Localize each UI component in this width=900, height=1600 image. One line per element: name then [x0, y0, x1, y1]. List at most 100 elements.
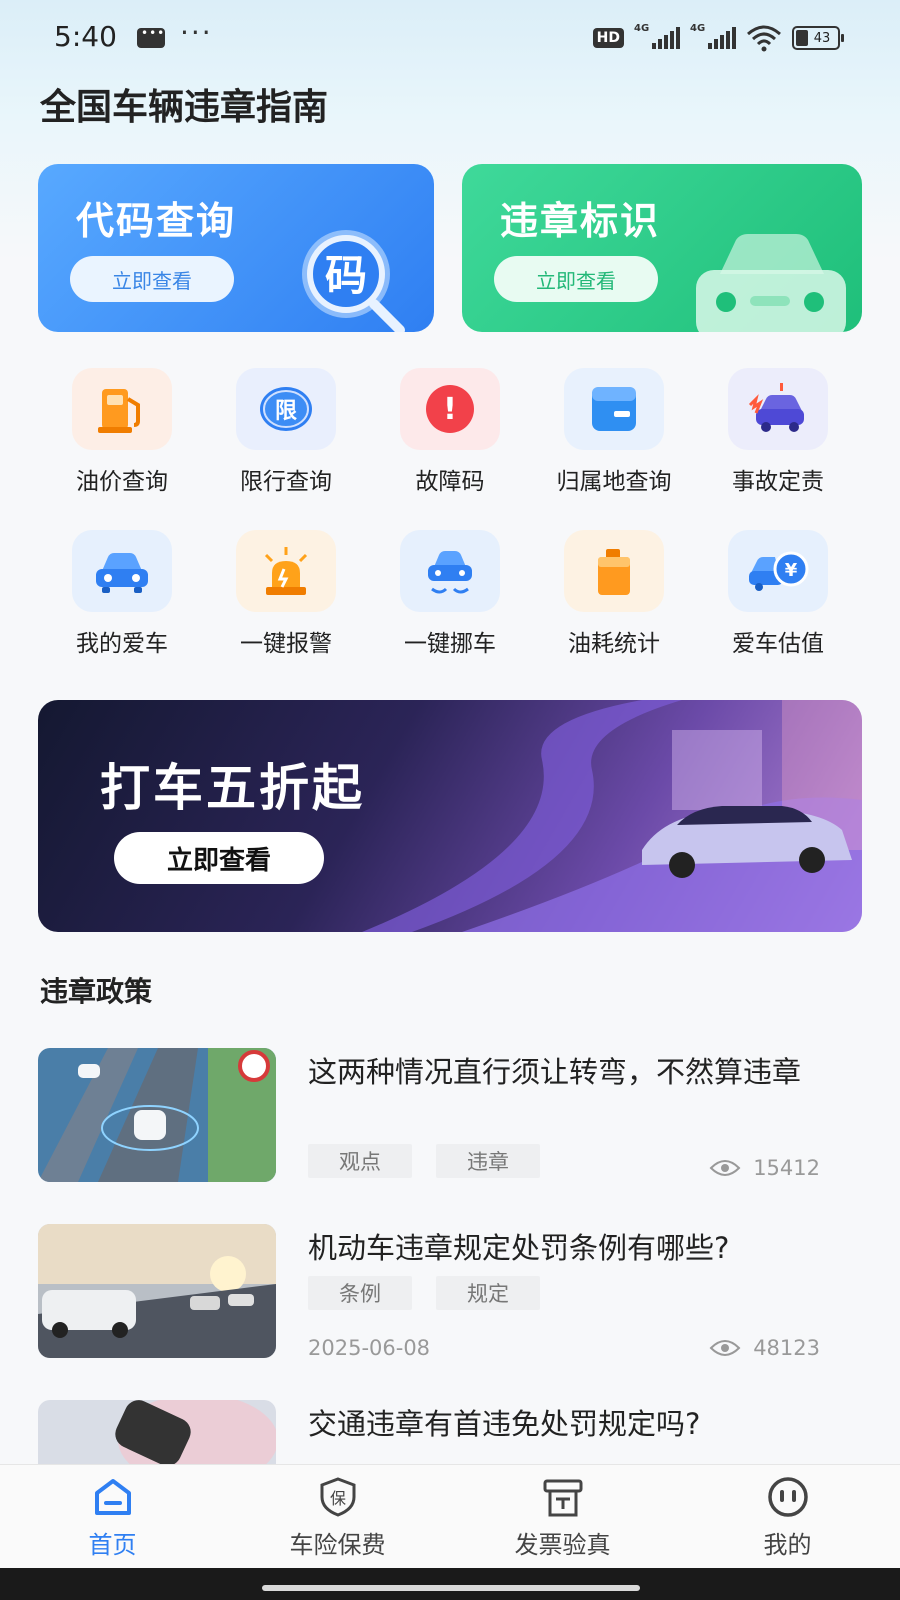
profile-icon	[767, 1477, 808, 1517]
warning-icon-text: !	[443, 392, 457, 427]
tool-label: 油价查询	[76, 469, 168, 495]
status-bar: 5:40 ··· HD 4G 4G 43	[0, 0, 900, 76]
tab-label: 车险保费	[289, 1531, 386, 1559]
article-tags: 条例 规定	[308, 1276, 540, 1310]
alarm-light-icon	[236, 530, 336, 612]
tool-label: 油耗统计	[568, 631, 660, 657]
tab-label: 首页	[88, 1531, 137, 1559]
home-indicator[interactable]	[262, 1585, 640, 1591]
tool-label: 故障码	[415, 469, 485, 495]
tool-label: 限行查询	[240, 469, 332, 495]
tool-accident-liability[interactable]: 事故定责	[696, 368, 860, 496]
quick-tools-row-2: 我的爱车 一键报警 一键挪车 油耗统计 ¥ 爱车估值	[40, 530, 860, 658]
violation-sign-card[interactable]: 违章标识 立即查看	[462, 164, 862, 332]
article-tags: 观点 违章	[308, 1144, 540, 1178]
my-car-icon	[72, 530, 172, 612]
tool-restriction[interactable]: 限 限行查询	[204, 368, 368, 496]
view-count: 15412	[753, 1156, 820, 1180]
tool-label: 我的爱车	[76, 631, 168, 657]
tool-label: 事故定责	[732, 469, 824, 495]
article-views: 15412	[709, 1156, 820, 1180]
battery-level: 43	[813, 30, 831, 46]
article-tag: 违章	[436, 1144, 540, 1178]
banner-button[interactable]: 立即查看	[114, 832, 324, 884]
tab-profile[interactable]: 我的	[675, 1465, 900, 1569]
banner-title: 打车五折起	[100, 759, 365, 817]
tool-label: 爱车估值	[732, 631, 824, 657]
move-car-icon	[400, 530, 500, 612]
car-valuation-icon: ¥	[728, 530, 828, 612]
message-icon	[137, 26, 165, 48]
bottom-tab-bar: 首页 保 车险保费 发票验真 我的	[0, 1464, 900, 1569]
insurance-shield-icon: 保	[320, 1477, 355, 1517]
hd-icon: HD	[592, 28, 624, 48]
system-nav-bar	[0, 1568, 900, 1600]
article-item[interactable]: 机动车违章规定处罚条例有哪些? 条例 规定 2025-06-08 48123	[38, 1224, 864, 1364]
page-title: 全国车辆违章指南	[40, 87, 329, 128]
banner-car-road-art	[362, 700, 862, 932]
restriction-icon: 限	[236, 368, 336, 450]
section-title: 违章政策	[40, 975, 153, 1008]
invoice-icon	[543, 1479, 582, 1517]
article-item[interactable]: 这两种情况直行须让转弯，不然算违章 观点 违章 15412	[38, 1048, 864, 1188]
article-thumbnail	[38, 1224, 276, 1358]
tool-fuel-price[interactable]: 油价查询	[40, 368, 204, 496]
promo-banner[interactable]: 打车五折起 立即查看	[38, 700, 862, 932]
violation-sign-title: 违章标识	[500, 199, 661, 243]
article-thumbnail	[38, 1400, 276, 1464]
tool-move-car[interactable]: 一键挪车	[368, 530, 532, 658]
tool-one-key-alarm[interactable]: 一键报警	[204, 530, 368, 658]
wallet-icon	[564, 368, 664, 450]
code-query-title: 代码查询	[76, 199, 237, 243]
tab-label: 我的	[763, 1531, 812, 1559]
quick-tools-row-1: 油价查询 限 限行查询 ! 故障码 归属地查询 事故定责	[40, 368, 860, 496]
article-date: 2025-06-08	[308, 1336, 431, 1360]
battery-icon: 43	[792, 26, 844, 50]
status-time: 5:40	[54, 20, 117, 53]
tab-insurance[interactable]: 保 车险保费	[225, 1465, 450, 1569]
network-label-1: 4G	[634, 23, 650, 34]
article-item[interactable]: 交通违章有首违免处罚规定吗?	[38, 1400, 864, 1464]
tool-label: 归属地查询	[556, 469, 672, 495]
article-title: 这两种情况直行须让转弯，不然算违章	[308, 1055, 802, 1089]
tool-region-query[interactable]: 归属地查询	[532, 368, 696, 496]
signal-icon-2: 4G	[690, 23, 736, 49]
article-views: 48123	[709, 1336, 820, 1360]
oil-can-icon	[564, 530, 664, 612]
signal-icon-1: 4G	[634, 23, 680, 49]
tab-invoice[interactable]: 发票验真	[450, 1465, 675, 1569]
tool-label: 一键挪车	[404, 631, 496, 657]
quick-tools-grid: 油价查询 限 限行查询 ! 故障码 归属地查询 事故定责 我的爱车 一键报警 一…	[40, 368, 860, 692]
view-count: 48123	[753, 1336, 820, 1360]
network-label-2: 4G	[690, 23, 706, 34]
code-query-button[interactable]: 立即查看	[70, 256, 234, 302]
more-notifications-icon: ···	[180, 16, 213, 49]
valuation-icon-text: ¥	[785, 560, 798, 581]
eye-icon	[709, 1340, 741, 1356]
status-indicators: HD 4G 4G 43	[592, 23, 844, 52]
article-tag: 观点	[308, 1144, 412, 1178]
code-query-card[interactable]: 代码查询 立即查看 码	[38, 164, 434, 332]
tool-fault-code[interactable]: ! 故障码	[368, 368, 532, 496]
accident-car-icon	[728, 368, 828, 450]
tool-label: 一键报警	[240, 631, 332, 657]
tool-my-car[interactable]: 我的爱车	[40, 530, 204, 658]
article-title: 机动车违章规定处罚条例有哪些?	[308, 1231, 730, 1265]
article-tag: 规定	[436, 1276, 540, 1310]
tool-car-valuation[interactable]: ¥ 爱车估值	[696, 530, 860, 658]
warning-icon: !	[400, 368, 500, 450]
fuel-pump-icon	[72, 368, 172, 450]
eye-icon	[709, 1160, 741, 1176]
tab-home[interactable]: 首页	[0, 1465, 225, 1569]
magnifier-code-icon: 码	[302, 230, 405, 332]
violation-sign-button[interactable]: 立即查看	[494, 256, 658, 302]
article-thumbnail	[38, 1048, 276, 1182]
restriction-icon-text: 限	[275, 399, 297, 424]
tab-label: 发票验真	[514, 1531, 611, 1559]
article-tag: 条例	[308, 1276, 412, 1310]
article-title: 交通违章有首违免处罚规定吗?	[308, 1407, 701, 1441]
home-icon	[94, 1479, 131, 1515]
magnifier-code-text: 码	[325, 251, 367, 300]
wifi-icon	[747, 25, 781, 52]
tool-fuel-stats[interactable]: 油耗统计	[532, 530, 696, 658]
